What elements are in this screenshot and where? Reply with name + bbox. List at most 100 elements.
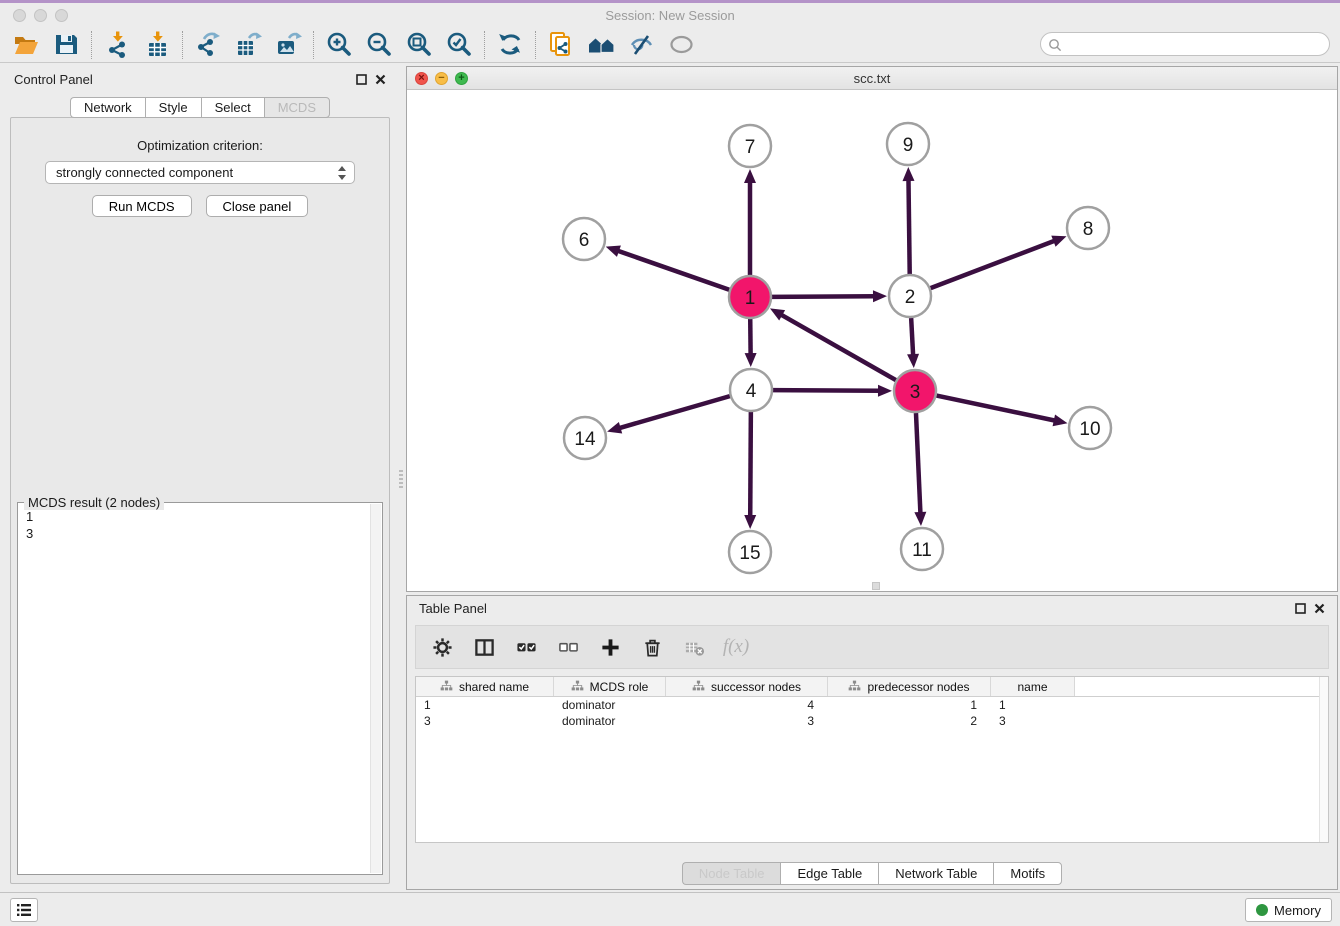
cell-MCDS-role[interactable]: dominator [554, 714, 666, 728]
split-columns-button[interactable] [472, 635, 496, 659]
tab-node-table[interactable]: Node Table [682, 862, 781, 885]
panel-splitter-handle[interactable] [399, 470, 403, 490]
edge-arrowhead-4-3 [878, 385, 892, 397]
export-network-button[interactable] [188, 29, 228, 61]
toolbar-separator [91, 31, 92, 59]
close-panel-button[interactable]: Close panel [206, 195, 309, 217]
edge-2-9[interactable] [908, 179, 909, 274]
edge-arrowhead-1-2 [873, 290, 887, 302]
hide-glasses-button[interactable] [621, 29, 661, 61]
edge-1-2[interactable] [772, 296, 875, 297]
main-toolbar [0, 27, 1340, 63]
edge-4-15[interactable] [750, 412, 751, 517]
add-column-button[interactable] [598, 635, 622, 659]
node-table[interactable]: shared nameMCDS rolesuccessor nodes prede… [415, 676, 1329, 843]
select-all-check-icon [516, 637, 537, 658]
tab-edge-table[interactable]: Edge Table [780, 862, 878, 885]
edge-arrowhead-1-6 [606, 246, 621, 257]
edge-4-3[interactable] [773, 390, 880, 391]
tab-network-table[interactable]: Network Table [878, 862, 993, 885]
delete-column-button[interactable] [640, 635, 664, 659]
search-input[interactable] [1065, 34, 1321, 54]
column-header-name[interactable]: name [991, 677, 1075, 696]
export-image-button[interactable] [268, 29, 308, 61]
column-header-shared-name[interactable]: shared name [416, 677, 554, 696]
cell-shared-name[interactable]: 3 [416, 714, 554, 728]
close-panel-icon[interactable] [375, 74, 386, 85]
close-table-panel-icon[interactable] [1314, 603, 1325, 614]
tab-mcds[interactable]: MCDS [264, 97, 330, 118]
clone-network-button[interactable] [541, 29, 581, 61]
run-mcds-button[interactable]: Run MCDS [92, 195, 192, 217]
cell-successor-nodes[interactable]: 4 [666, 698, 828, 712]
window-title: Session: New Session [0, 8, 1340, 23]
column-label: predecessor nodes [867, 680, 969, 694]
cell-predecessor-nodes[interactable]: 1 [828, 698, 991, 712]
function-builder-button[interactable]: f(x) [724, 635, 748, 659]
tab-select[interactable]: Select [201, 97, 264, 118]
control-panel-tabs: NetworkStyleSelectMCDS [2, 97, 398, 118]
edge-3-11[interactable] [916, 413, 920, 514]
tab-motifs[interactable]: Motifs [993, 862, 1062, 885]
network-graph[interactable]: 7968124314101511 [407, 90, 1337, 591]
table-scrollbar[interactable] [1319, 677, 1328, 842]
criterion-select[interactable]: strongly connected component [45, 161, 355, 184]
edge-3-10[interactable] [937, 396, 1056, 421]
cell-name[interactable]: 1 [991, 698, 1075, 712]
cell-successor-nodes[interactable]: 3 [666, 714, 828, 728]
first-neighbors-icon [497, 31, 524, 58]
network-canvas[interactable]: 7968124314101511 [407, 90, 1337, 591]
edge-arrowhead-1-7 [744, 169, 756, 183]
select-all-check-button[interactable] [514, 635, 538, 659]
edge-3-1[interactable] [780, 314, 895, 380]
save-session-button[interactable] [46, 29, 86, 61]
gear-button[interactable] [430, 635, 454, 659]
search-box[interactable] [1040, 32, 1330, 56]
edge-arrowhead-2-9 [902, 167, 914, 181]
mcds-result-title: MCDS result (2 nodes) [24, 495, 164, 510]
eye-button[interactable] [661, 29, 701, 61]
result-scrollbar[interactable] [370, 504, 381, 873]
column-header-predecessor-nodes[interactable]: predecessor nodes [828, 677, 991, 696]
import-network-button[interactable] [97, 29, 137, 61]
home-button[interactable] [581, 29, 621, 61]
memory-button[interactable]: Memory [1245, 898, 1332, 922]
split-columns-icon [474, 637, 495, 658]
table-row[interactable]: 3dominator323 [416, 713, 1328, 729]
tab-style[interactable]: Style [145, 97, 201, 118]
task-history-button[interactable] [10, 898, 38, 922]
edge-arrowhead-4-15 [744, 515, 756, 529]
edge-1-6[interactable] [617, 251, 729, 290]
edge-2-8[interactable] [931, 240, 1056, 288]
zoom-out-button[interactable] [359, 29, 399, 61]
column-header-MCDS-role[interactable]: MCDS role [554, 677, 666, 696]
delete-table-button[interactable] [682, 635, 706, 659]
open-file-button[interactable] [6, 29, 46, 61]
network-window-titlebar[interactable]: × − + scc.txt [407, 67, 1337, 90]
cell-name[interactable]: 3 [991, 714, 1075, 728]
float-panel-icon[interactable] [356, 74, 367, 85]
first-neighbors-button[interactable] [490, 29, 530, 61]
import-network-icon [104, 31, 131, 58]
edge-4-14[interactable] [619, 396, 730, 428]
table-row[interactable]: 1dominator411 [416, 697, 1328, 713]
canvas-resize-handle[interactable] [872, 582, 880, 590]
cell-MCDS-role[interactable]: dominator [554, 698, 666, 712]
import-table-button[interactable] [137, 29, 177, 61]
toolbar-separator [313, 31, 314, 59]
cell-predecessor-nodes[interactable]: 2 [828, 714, 991, 728]
open-file-icon [13, 31, 40, 58]
search-icon [1048, 38, 1062, 52]
tab-network[interactable]: Network [70, 97, 145, 118]
zoom-selected-button[interactable] [439, 29, 479, 61]
zoom-in-button[interactable] [319, 29, 359, 61]
toolbar-separator [535, 31, 536, 59]
column-header-successor-nodes[interactable]: successor nodes [666, 677, 828, 696]
export-table-button[interactable] [228, 29, 268, 61]
edge-2-3[interactable] [911, 318, 913, 356]
float-table-panel-icon[interactable] [1295, 603, 1306, 614]
cell-shared-name[interactable]: 1 [416, 698, 554, 712]
zoom-fit-button[interactable] [399, 29, 439, 61]
graph-node-label-7: 7 [745, 137, 756, 158]
deselect-all-button[interactable] [556, 635, 580, 659]
